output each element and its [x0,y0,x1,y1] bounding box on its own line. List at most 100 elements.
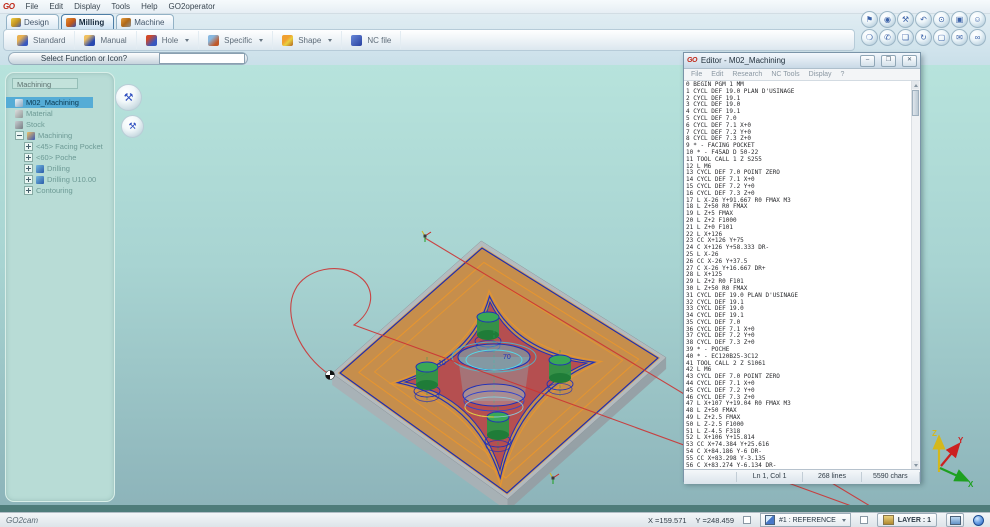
expand-expander-icon[interactable] [24,164,33,173]
main-statusbar: GO2cam X =159.571 Y =248.459 #1 : REFERE… [0,512,990,527]
user-icon[interactable]: ☺ [969,11,986,28]
manual-button[interactable]: Manual [75,31,137,49]
axis-x-label: X [968,480,974,489]
nc-code-text[interactable]: 0 BEGIN PGM 1 MM 1 CYCL DEF 19.0 PLAN D'… [684,81,920,469]
expand-expander-icon[interactable] [24,186,33,195]
reference-plane-dropdown[interactable]: #1 : REFERENCE [760,513,851,527]
maximize-button[interactable]: ❐ [881,54,896,67]
app-logo: GO [3,2,15,11]
function-search-input[interactable] [159,53,245,64]
expand-expander-icon[interactable] [24,142,33,151]
help-icon[interactable] [973,514,984,526]
axis-triad: Z Y X [932,429,974,489]
editor-menu-display[interactable]: Display [809,71,832,78]
mill-tool-icon: ⚒ [128,121,137,131]
tab-machine[interactable]: Machine [116,14,175,30]
mode-tabstrip: Design Milling Machine [6,14,175,30]
cursor-position: Ln 1, Col 1 [736,472,802,482]
viewport-bottom-edge [0,505,990,512]
eye-icon[interactable]: ◉ [879,11,896,28]
y-coordinate: Y =248.459 [695,515,734,525]
zoom-icon[interactable]: ⊙ [933,11,950,28]
close-button[interactable]: ✕ [902,54,917,67]
expand-expander-icon[interactable] [24,175,33,184]
char-count: 5590 chars [860,472,920,482]
window-icon[interactable]: ▢ [933,29,950,46]
tree-item-drilling[interactable]: Drilling [6,163,114,174]
menu-help[interactable]: Help [141,2,157,11]
tree-item-program[interactable]: M02_Machining [6,97,93,108]
tree-item-machining[interactable]: Machining [6,130,114,141]
hole-icon [145,34,157,46]
menu-edit[interactable]: Edit [49,2,63,11]
tree-item-facing-pocket[interactable]: <45> Facing Pocket [6,141,114,152]
standard-button[interactable]: Standard [8,31,76,49]
milling-icon [65,18,76,27]
refresh-icon[interactable]: ↻ [915,29,932,46]
dim-label-10: 10 [438,360,446,367]
dropdown-arrow-icon [841,518,846,522]
layer-button[interactable]: LAYER : 1 [876,513,937,527]
glasses-icon[interactable]: ∞ [969,29,986,46]
menu-file[interactable]: File [25,2,38,11]
menu-go2operator[interactable]: GO2operator [169,2,216,11]
undo-icon[interactable]: ↶ [915,11,932,28]
editor-titlebar[interactable]: GO Editor - M02_Machining ‒ ❐ ✕ [684,53,920,69]
screen-icon[interactable]: ▣ [951,11,968,28]
editor-menu-edit[interactable]: Edit [711,71,723,78]
mail-icon[interactable]: ✉ [951,29,968,46]
expand-expander-icon[interactable] [24,153,33,162]
mill-tool-icon[interactable]: ⚒ [897,11,914,28]
collapse-expander-icon[interactable] [15,131,24,140]
scroll-down-icon[interactable] [912,461,919,469]
machining-icon [27,131,35,140]
editor-scrollbar[interactable] [911,81,920,469]
editor-title: Editor - M02_Machining [700,56,786,65]
line-count: 268 lines [802,472,860,482]
editor-menu-nc-tools[interactable]: NC Tools [771,71,799,78]
editor-menu-file[interactable]: File [691,71,702,78]
tree-item-contouring[interactable]: Contouring [6,185,114,196]
nc-file-icon [351,34,363,46]
dropdown-arrow-icon[interactable] [259,38,264,42]
origin-marker [325,370,335,380]
specific-button[interactable]: Specific [199,31,274,49]
tree-item-stock[interactable]: Stock [6,119,114,130]
manual-icon [84,34,96,46]
scroll-thumb[interactable] [912,90,919,116]
tab-milling[interactable]: Milling [60,14,115,30]
flags-icon[interactable]: ⚑ [861,11,878,28]
milling-tool-sphere-button[interactable]: ⚒ [115,84,142,111]
minimize-button[interactable]: ‒ [860,54,875,67]
mill-tool-icon: ⚒ [123,92,134,104]
view-icon-cluster: ⚑ ◉ ⚒ ↶ ⊙ ▣ ☺ ❍ ✆ ❏ ↻ ▢ ✉ ∞ [861,11,986,46]
tree-item-drilling-u10[interactable]: Drilling U10.00 [6,174,114,185]
shape-button[interactable]: Shape [273,31,343,49]
plane-checkbox[interactable] [743,516,751,524]
nc-editor-window: GO Editor - M02_Machining ‒ ❐ ✕ File Edi… [683,52,921,484]
layer-checkbox[interactable] [859,516,868,524]
menu-display[interactable]: Display [74,2,100,11]
dropdown-arrow-icon[interactable] [185,38,190,42]
material-icon [15,109,23,118]
hole-button[interactable]: Hole [137,31,200,49]
drilling-icon [36,175,44,184]
editor-menubar: File Edit Research NC Tools Display ? [684,69,920,81]
tree-item-material[interactable]: Material [6,108,114,119]
milling-tool-sphere-button-small[interactable]: ⚒ [121,115,144,138]
phone-icon[interactable]: ✆ [879,29,896,46]
viewport-button[interactable] [946,513,964,527]
tab-design[interactable]: Design [6,14,59,30]
nc-file-button[interactable]: NC file [342,31,402,49]
scroll-up-icon[interactable] [912,81,919,89]
editor-menu-help[interactable]: ? [841,71,845,78]
drilling-icon [36,164,44,173]
book-icon[interactable]: ❏ [897,29,914,46]
tree-item-poche[interactable]: <60> Poche [6,152,114,163]
app-name: GO2cam [6,515,39,525]
dropdown-arrow-icon[interactable] [328,38,333,42]
menu-tools[interactable]: Tools [111,2,130,11]
editor-menu-research[interactable]: Research [732,71,762,78]
sphere-view-icon[interactable]: ❍ [861,29,878,46]
nc-code-area[interactable]: 0 BEGIN PGM 1 MM 1 CYCL DEF 19.0 PLAN D'… [684,81,920,469]
